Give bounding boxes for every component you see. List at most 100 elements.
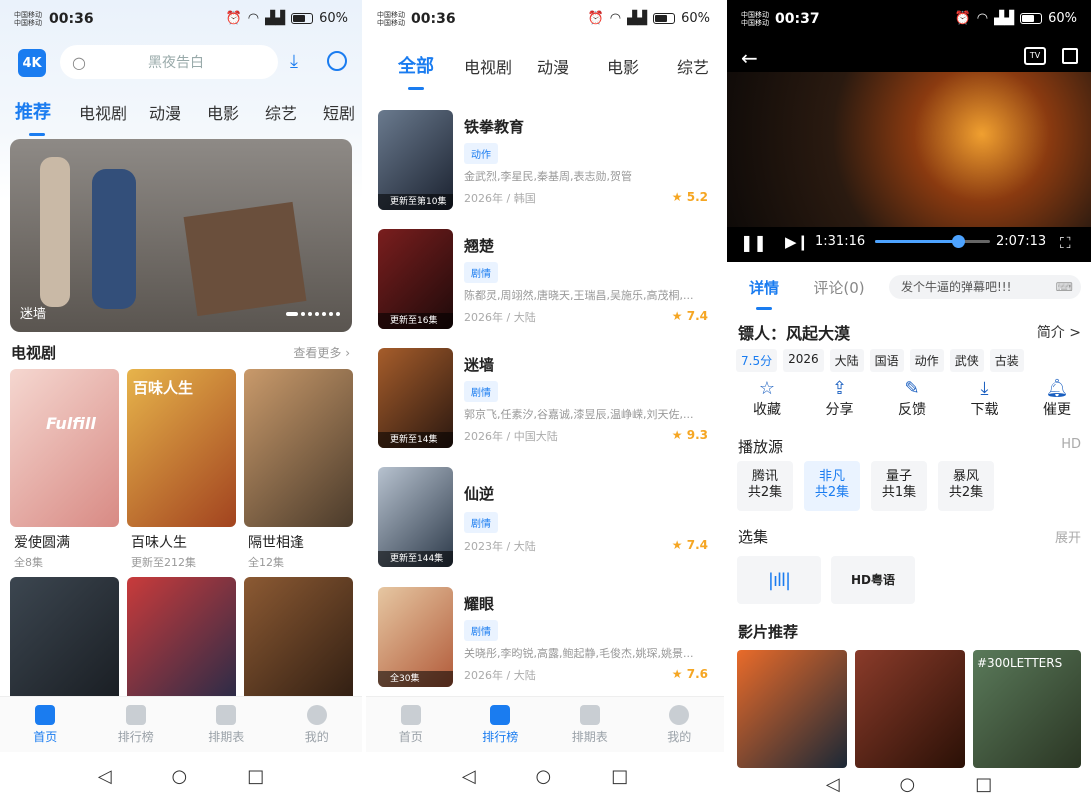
calendar-icon xyxy=(216,705,237,725)
recents-icon[interactable]: □ xyxy=(611,766,628,787)
nav-rank[interactable]: 排行榜 xyxy=(456,697,546,752)
rank-item[interactable]: 更新至14集 迷墙 剧情 郭京飞,任素汐,谷嘉诚,漆昱辰,温峥嵘,刘天佐,...… xyxy=(378,348,712,448)
remind-button[interactable]: 🔔︎ 催更 xyxy=(1027,378,1087,419)
nav-me[interactable]: 我的 xyxy=(635,697,725,752)
tab-variety[interactable]: 综艺 xyxy=(255,100,307,124)
source-option-selected[interactable]: 非凡 共2集 xyxy=(804,461,860,511)
back-icon[interactable]: ◁ xyxy=(98,766,112,787)
profile-icon xyxy=(306,705,327,725)
nav-me[interactable]: 我的 xyxy=(272,697,363,752)
download-icon[interactable]: ⤓ xyxy=(290,51,298,72)
recommend-poster[interactable]: #300LETTERS xyxy=(973,650,1081,768)
rank-item[interactable]: 更新至144集 仙逆 剧情 2023年 / 大陆 ★ 7.4 xyxy=(378,467,712,567)
back-icon[interactable]: ◁ xyxy=(826,774,840,795)
recents-icon[interactable]: □ xyxy=(975,774,992,795)
alarm-icon: ⏰ xyxy=(954,11,971,26)
expand-link[interactable]: 展开 xyxy=(1055,527,1081,546)
cast-text: 关晓彤,李昀锐,高露,鲍起静,毛俊杰,姚琛,姚景... xyxy=(464,647,694,660)
nav-home[interactable]: 首页 xyxy=(0,697,91,752)
play-pause-button[interactable]: ❚❚ xyxy=(740,233,767,252)
tab-tv[interactable]: 电视剧 xyxy=(73,100,133,124)
tab-anime[interactable]: 动漫 xyxy=(139,100,191,124)
danmaku-settings-icon[interactable]: ⌨ xyxy=(1056,275,1073,299)
episode-item[interactable]: HD粤语 xyxy=(831,556,915,604)
home-icon xyxy=(35,705,56,725)
nav-home[interactable]: 首页 xyxy=(366,697,456,752)
search-input[interactable]: ○ 黑夜告白 xyxy=(60,45,278,79)
banner-title: 迷墙 xyxy=(20,307,47,322)
rank-item[interactable]: 全30集 耀眼 剧情 关晓彤,李昀锐,高露,鲍起静,毛俊杰,姚琛,姚景... 2… xyxy=(378,587,712,687)
recents-icon[interactable]: □ xyxy=(247,766,264,787)
nav-schedule[interactable]: 排期表 xyxy=(181,697,272,752)
progress-thumb[interactable] xyxy=(951,235,965,248)
download-icon: ⤓ xyxy=(980,378,989,399)
share-button[interactable]: ⇪ 分享 xyxy=(810,378,870,419)
battery-percent: 60% xyxy=(319,11,348,26)
progress-bar[interactable] xyxy=(875,235,990,248)
download-button[interactable]: ⤓ 下载 xyxy=(955,378,1015,419)
feedback-button[interactable]: ✎ 反馈 xyxy=(882,378,942,419)
cast-text: 金武烈,李星民,秦基周,表志勋,贺管 xyxy=(464,170,632,183)
rank-item[interactable]: 更新至第10集 铁拳教育 动作 金武烈,李星民,秦基周,表志勋,贺管 2026年… xyxy=(378,110,712,210)
time-total: 2:07:13 xyxy=(996,234,1047,249)
tab-tv[interactable]: 电视剧 xyxy=(458,54,518,78)
app-logo[interactable]: 4K xyxy=(18,49,46,77)
see-more-link[interactable]: 查看更多 › xyxy=(293,344,350,361)
next-button[interactable]: ▶❙ xyxy=(785,233,809,251)
episode-playing[interactable]: |ıll| xyxy=(737,556,821,604)
tab-all[interactable]: 全部 xyxy=(396,52,436,78)
tab-short[interactable]: 短剧 xyxy=(313,100,362,124)
tab-anime[interactable]: 动漫 xyxy=(528,54,578,78)
tab-variety[interactable]: 综艺 xyxy=(668,54,718,78)
poster-card[interactable]: 百味人生 xyxy=(127,369,236,527)
poster-text: #300LETTERS xyxy=(977,656,1063,670)
intro-link[interactable]: 简介 > xyxy=(1037,322,1081,342)
source-option[interactable]: 量子 共1集 xyxy=(871,461,927,511)
bottom-nav: 首页 排行榜 排期表 我的 xyxy=(366,696,724,752)
tab-movie[interactable]: 电影 xyxy=(598,54,648,78)
history-icon[interactable] xyxy=(327,51,347,71)
tab-details[interactable]: 详情 xyxy=(747,277,781,298)
danmaku-input[interactable]: 发个牛逼的弹幕吧!!! ⌨ xyxy=(889,275,1081,299)
fullscreen-icon[interactable]: ⛶ xyxy=(1060,234,1071,252)
calendar-icon xyxy=(579,705,600,725)
tab-movie[interactable]: 电影 xyxy=(197,100,249,124)
tab-comments[interactable]: 评论(0) xyxy=(809,277,869,298)
score: ★ 9.3 xyxy=(671,428,708,442)
source-option[interactable]: 腾讯 共2集 xyxy=(737,461,793,511)
carrier-label: 中国移动 中国移动 xyxy=(14,11,42,27)
pip-icon[interactable] xyxy=(1062,48,1078,64)
alarm-icon: ⏰ xyxy=(587,11,604,26)
video-frame[interactable] xyxy=(727,72,1091,227)
rank-poster: 更新至16集 xyxy=(378,229,453,329)
genre-tag: 剧情 xyxy=(464,512,498,533)
cast-tv-icon[interactable]: TV xyxy=(1024,47,1046,65)
card-title: 隔世相逢 xyxy=(248,535,304,551)
favorite-button[interactable]: ☆ 收藏 xyxy=(737,378,797,419)
back-icon[interactable]: ◁ xyxy=(462,766,476,787)
rank-poster: 全30集 xyxy=(378,587,453,687)
poster-card[interactable]: Fulfill xyxy=(10,369,119,527)
tab-recommend[interactable]: 推荐 xyxy=(15,98,59,124)
rank-tabs: 全部 电视剧 动漫 电影 综艺 xyxy=(396,52,718,78)
source-option[interactable]: 暴风 共2集 xyxy=(938,461,994,511)
home-circle-icon[interactable]: ○ xyxy=(900,774,916,795)
recommend-poster[interactable] xyxy=(855,650,965,768)
battery-percent: 60% xyxy=(1048,11,1077,26)
card-sub: 全8集 xyxy=(14,556,43,569)
system-icons: ⏰ ◠ ▟▟ 60% xyxy=(226,11,348,26)
recommend-poster[interactable] xyxy=(737,650,847,768)
rank-item[interactable]: 更新至16集 翘楚 剧情 陈都灵,周翊然,唐晓天,王瑞昌,吴施乐,高茂桐,...… xyxy=(378,229,712,329)
poster-card[interactable] xyxy=(244,369,353,527)
genre-tag: 剧情 xyxy=(464,381,498,402)
category-tabs: 推荐 电视剧 动漫 电影 综艺 短剧 xyxy=(15,98,362,124)
cast-text: 郭京飞,任素汐,谷嘉诚,漆昱辰,温峥嵘,刘天佐,... xyxy=(464,408,694,421)
banner-carousel[interactable]: 迷墙 xyxy=(10,139,352,332)
wifi-icon: ◠ xyxy=(609,11,622,26)
home-circle-icon[interactable]: ○ xyxy=(172,766,188,787)
nav-rank[interactable]: 排行榜 xyxy=(91,697,182,752)
year-region: 2026年 / 大陆 xyxy=(464,669,536,682)
nav-schedule[interactable]: 排期表 xyxy=(545,697,635,752)
home-circle-icon[interactable]: ○ xyxy=(536,766,552,787)
back-arrow-icon[interactable]: ← xyxy=(741,46,758,70)
